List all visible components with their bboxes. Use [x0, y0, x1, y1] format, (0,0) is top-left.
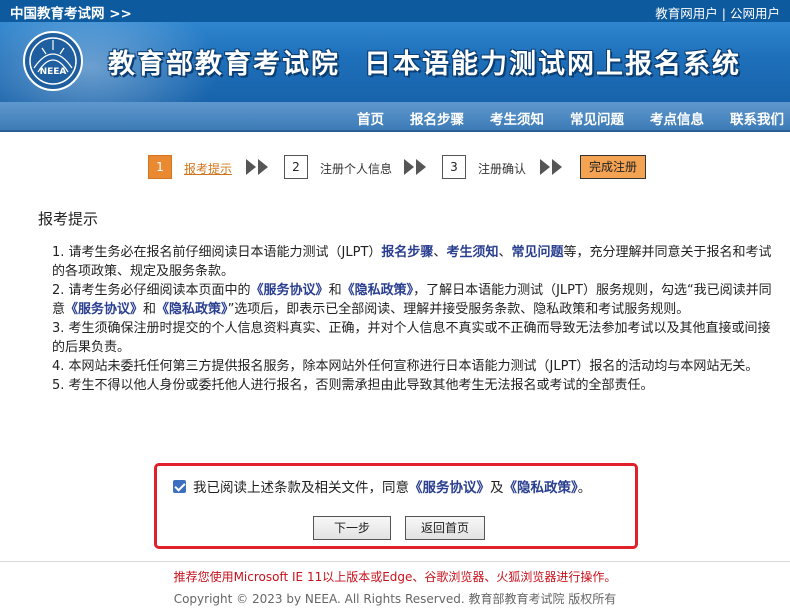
step-2-label: 注册个人信息 — [320, 162, 393, 176]
term-text: ”选项后，即表示已全部阅读、理解并接受服务条款、隐私政策和考试服务规则。 — [227, 302, 690, 317]
service-agreement-link[interactable]: 《服务协议》 — [409, 480, 490, 496]
term-text: 4. 本网站未委托任何第三方提供报名服务，除本网站外任何宣称进行日本语能力测试（… — [52, 359, 759, 374]
step-1-number: 1 — [148, 155, 172, 179]
term-text: 、 — [498, 245, 512, 260]
copyright: Copyright © 2023 by NEEA. All Rights Res… — [173, 592, 617, 606]
back-home-button[interactable]: 返回首页 — [405, 516, 485, 540]
agreement-box: 我已阅读上述条款及相关文件，同意《服务协议》及《隐私政策》。 下一步 返回首页 — [154, 463, 638, 549]
term-item: 4. 本网站未委托任何第三方提供报名服务，除本网站外任何宣称进行日本语能力测试（… — [52, 357, 772, 376]
step-arrow-icon — [404, 159, 426, 175]
step-3-number: 3 — [442, 155, 466, 179]
privacy-policy-link[interactable]: 《隐私政策》 — [504, 480, 578, 496]
org-name: 教育部教育考试院 — [108, 49, 340, 80]
term-highlight-link[interactable]: 考生须知 — [446, 245, 498, 260]
system-name: 日本语能力测试网上报名系统 — [364, 49, 741, 80]
neea-logo-icon: NEEA — [23, 31, 83, 91]
term-text: 5. 考生不得以他人身份或委托他人进行报名，否则需承担由此导致其他考生无法报名或… — [52, 378, 654, 393]
term-text: 、 — [433, 245, 447, 260]
top-bar: 中国教育考试网 >> 教育网用户 | 公网用户 — [0, 0, 790, 22]
term-text: 和 — [143, 302, 157, 317]
nav-exam-notice[interactable]: 考生须知 — [490, 108, 544, 128]
next-step-button[interactable]: 下一步 — [313, 516, 391, 540]
term-text: 和 — [328, 283, 342, 298]
nav-registration-steps[interactable]: 报名步骤 — [410, 108, 464, 128]
link-separator: | — [721, 6, 726, 21]
terms-list: 1. 请考生务必在报名前仔细阅读日本语能力测试（JLPT）报名步骤、考生须知、常… — [52, 243, 772, 395]
banner-title: 教育部教育考试院 日本语能力测试网上报名系统 — [108, 42, 741, 81]
step-arrow-icon — [540, 159, 562, 175]
agree-text-mid: 及 — [490, 480, 504, 496]
progress-steps: 1 报考提示 2 注册个人信息 3 注册确认 完成注册 — [0, 155, 790, 183]
agree-text-after: 。 — [577, 480, 592, 496]
main-nav: 首页 报名步骤 考生须知 常见问题 考点信息 联系我们 — [0, 102, 790, 132]
header-banner: NEEA 教育部教育考试院 日本语能力测试网上报名系统 — [0, 22, 790, 102]
site-home-link[interactable]: 中国教育考试网 >> — [10, 2, 132, 22]
step-3-label: 注册确认 — [478, 162, 527, 176]
agree-text-before: 我已阅读上述条款及相关文件，同意 — [193, 480, 409, 496]
term-highlight-link[interactable]: 《服务协议》 — [251, 283, 329, 298]
section-title: 报考提示 — [38, 210, 99, 228]
term-highlight-link[interactable]: 《隐私政策》 — [156, 302, 228, 317]
logo-text: NEEA — [40, 67, 67, 77]
term-item: 3. 考生须确保注册时提交的个人信息资料真实、正确，并对个人信息不真实或不正确而… — [52, 319, 772, 357]
term-item: 5. 考生不得以他人身份或委托他人进行报名，否则需承担由此导致其他考生无法报名或… — [52, 376, 772, 395]
term-text: 2. 请考生务必仔细阅读本页面中的 — [52, 283, 251, 298]
term-text: 3. 考生须确保注册时提交的个人信息资料真实、正确，并对个人信息不真实或不正确而… — [52, 321, 771, 355]
public-user-link[interactable]: 公网用户 — [730, 6, 780, 21]
term-highlight-link[interactable]: 常见问题 — [511, 245, 563, 260]
agreement-row: 我已阅读上述条款及相关文件，同意《服务协议》及《隐私政策》。 — [173, 476, 591, 496]
nav-test-centers[interactable]: 考点信息 — [650, 108, 704, 128]
term-item: 1. 请考生务必在报名前仔细阅读日本语能力测试（JLPT）报名步骤、考生须知、常… — [52, 243, 772, 281]
step-finish-registration: 完成注册 — [580, 155, 646, 179]
step-arrow-icon — [246, 159, 268, 175]
agree-checkbox[interactable] — [173, 480, 186, 493]
term-highlight-link[interactable]: 《隐私政策》 — [342, 283, 414, 298]
footer-divider — [0, 561, 790, 562]
step-2-number: 2 — [284, 155, 308, 179]
nav-contact[interactable]: 联系我们 — [730, 108, 784, 128]
edu-user-link[interactable]: 教育网用户 — [655, 6, 718, 21]
user-type-links: 教育网用户 | 公网用户 — [655, 3, 780, 22]
term-highlight-link[interactable]: 报名步骤 — [381, 245, 433, 260]
nav-faq[interactable]: 常见问题 — [570, 108, 624, 128]
nav-home[interactable]: 首页 — [357, 108, 384, 128]
browser-recommendation: 推荐您使用Microsoft IE 11以上版本或Edge、谷歌浏览器、火狐浏览… — [173, 570, 617, 584]
step-1-label[interactable]: 报考提示 — [184, 160, 232, 177]
term-item: 2. 请考生务必仔细阅读本页面中的《服务协议》和《隐私政策》，了解日本语能力测试… — [52, 281, 772, 319]
term-highlight-link[interactable]: 《服务协议》 — [65, 302, 143, 317]
term-text: 1. 请考生务必在报名前仔细阅读日本语能力测试（JLPT） — [52, 245, 382, 260]
